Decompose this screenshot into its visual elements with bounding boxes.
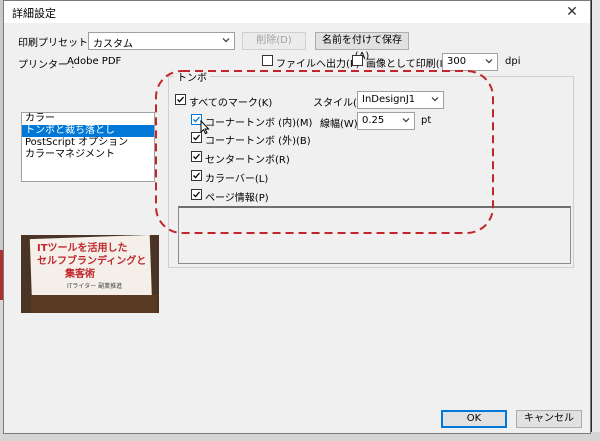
- cancel-button[interactable]: キャンセル: [516, 410, 582, 428]
- printer-name: Adobe PDF: [67, 56, 122, 67]
- preset-value: カスタム: [93, 39, 133, 50]
- list-item[interactable]: トンボと裁ち落とし: [22, 125, 154, 137]
- dpi-value: 300: [447, 56, 467, 67]
- background-window-right: [592, 0, 600, 441]
- list-item[interactable]: PostScript オプション: [22, 137, 154, 149]
- preview-title-line3: 集客術: [65, 269, 95, 280]
- delete-button[interactable]: 削除(D): [242, 32, 306, 50]
- preview-byline: ITライター 副業推進: [67, 283, 123, 290]
- category-list[interactable]: カラー トンボと裁ち落とし PostScript オプション カラーマネジメント: [21, 112, 155, 182]
- close-icon[interactable]: ✕: [560, 2, 584, 22]
- save-preset-button[interactable]: 名前を付けて保存(A): [315, 32, 409, 62]
- preview-band: [31, 295, 157, 313]
- title-bar: 詳細設定 ✕: [4, 1, 590, 23]
- annotation-dashed-outline: [155, 70, 494, 234]
- chevron-down-icon: [222, 38, 230, 43]
- print-as-image-checkbox[interactable]: [352, 55, 363, 66]
- list-item[interactable]: カラー: [22, 113, 154, 125]
- dpi-unit: dpi: [505, 56, 521, 67]
- ok-button[interactable]: OK: [441, 410, 507, 428]
- file-output-checkbox[interactable]: [262, 55, 273, 66]
- dialog-title: 詳細設定: [12, 7, 56, 20]
- chevron-down-icon: [485, 59, 493, 64]
- print-as-image-label: 画像として印刷(I): [366, 59, 447, 70]
- list-item[interactable]: カラーマネジメント: [22, 149, 154, 161]
- advanced-settings-dialog: 詳細設定 ✕ 印刷プリセット(S) : カスタム 削除(D) 名前を付けて保存(…: [3, 0, 591, 434]
- page-preview-thumbnail: ITツールを活用した セルフブランディングと 集客術 ITライター 副業推進: [21, 235, 159, 313]
- preset-select[interactable]: カスタム: [88, 32, 235, 50]
- file-output-label: ファイルへ出力(F): [276, 59, 360, 70]
